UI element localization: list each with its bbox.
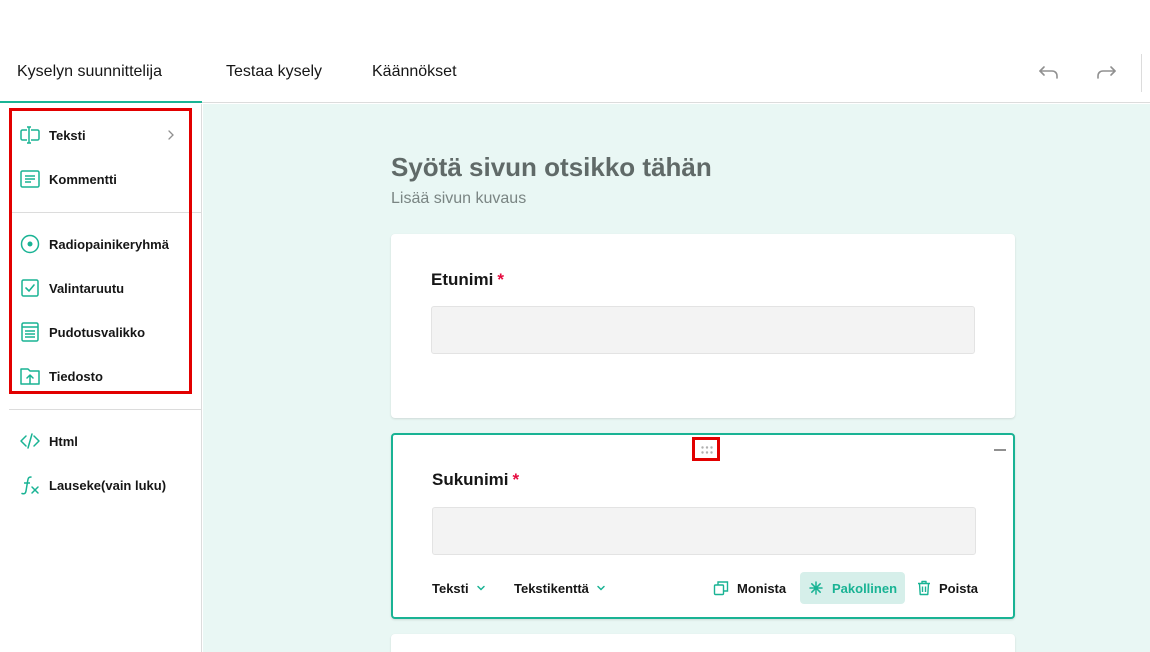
input-type-dropdown[interactable]: Tekstikenttä xyxy=(514,572,607,604)
delete-button[interactable]: Poista xyxy=(917,572,978,604)
toolbox-item-label: Kommentti xyxy=(49,172,117,187)
question-title-text: Sukunimi xyxy=(432,470,509,489)
duplicate-icon xyxy=(713,581,729,596)
header-divider xyxy=(1141,54,1142,92)
toolbox-item-label: Valintaruutu xyxy=(49,281,125,296)
toolbox-separator xyxy=(9,409,202,410)
drag-handle[interactable] xyxy=(692,437,720,461)
input-type-label: Tekstikenttä xyxy=(514,580,589,596)
tab-translations[interactable]: Käännökset xyxy=(372,63,457,81)
required-mark: * xyxy=(497,270,504,289)
duplicate-button[interactable]: Monista xyxy=(713,572,786,604)
top-bar: Kyselyn suunnittelija Testaa kysely Kään… xyxy=(0,0,1150,103)
chevron-right-icon xyxy=(168,130,174,140)
expression-icon xyxy=(21,476,39,495)
question-toolbar: Teksti Tekstikenttä Monista Pakollinen P… xyxy=(393,572,1013,604)
question-title[interactable]: Etunimi * xyxy=(431,270,504,290)
toolbox-item-label: Html xyxy=(49,434,78,449)
page-description[interactable]: Lisää sivun kuvaus xyxy=(391,190,526,208)
toolbox-item-label: Tiedosto xyxy=(49,369,103,384)
toolbox-item-label: Teksti xyxy=(49,128,86,143)
toolbox-item-expression[interactable]: Lauseke(vain luku) xyxy=(0,464,202,508)
question-type-dropdown[interactable]: Teksti xyxy=(432,572,487,604)
toolbox: Teksti Kommentti Radiopainikeryhmä Valin… xyxy=(0,104,202,652)
toolbox-item-text[interactable]: Teksti xyxy=(0,114,202,158)
text-input[interactable] xyxy=(432,507,976,555)
tab-test-survey[interactable]: Testaa kysely xyxy=(226,63,322,81)
required-toggle-button[interactable]: Pakollinen xyxy=(800,572,906,604)
question-card-selected[interactable]: Sukunimi * Teksti Tekstikenttä Monista P… xyxy=(391,433,1015,619)
required-mark: * xyxy=(512,470,520,489)
question-title[interactable]: Sukunimi * xyxy=(432,470,519,490)
question-type-label: Teksti xyxy=(432,580,469,596)
text-input[interactable] xyxy=(431,306,975,354)
file-upload-icon xyxy=(20,368,40,385)
toolbox-item-label: Lauseke(vain luku) xyxy=(49,478,167,493)
question-title-text: Etunimi xyxy=(431,270,494,289)
toolbox-item-html[interactable]: Html xyxy=(0,420,202,464)
chevron-down-icon xyxy=(597,585,605,591)
toolbox-item-checkbox[interactable]: Valintaruutu xyxy=(0,267,202,311)
comment-icon xyxy=(20,170,40,188)
toolbox-item-radiogroup[interactable]: Radiopainikeryhmä xyxy=(0,223,202,267)
checkbox-icon xyxy=(21,279,39,297)
required-label: Pakollinen xyxy=(832,580,898,596)
toolbox-item-label: Pudotusvalikko xyxy=(49,325,146,340)
text-input-icon xyxy=(20,126,40,144)
tab-designer[interactable]: Kyselyn suunnittelija xyxy=(0,63,202,103)
trash-icon xyxy=(918,580,930,596)
question-card[interactable]: Etunimi * xyxy=(391,234,1015,418)
code-icon xyxy=(20,433,40,449)
toolbox-item-label: Radiopainikeryhmä xyxy=(49,237,169,252)
duplicate-label: Monista xyxy=(737,580,787,596)
radio-icon xyxy=(20,234,40,254)
question-card[interactable] xyxy=(391,634,1015,652)
survey-creator-app: Kyselyn suunnittelija Testaa kysely Kään… xyxy=(0,0,1150,652)
design-canvas: Syötä sivun otsikko tähän Lisää sivun ku… xyxy=(203,104,1150,652)
toolbox-separator xyxy=(9,212,202,213)
asterisk-icon xyxy=(809,581,823,595)
toolbox-item-file[interactable]: Tiedosto xyxy=(0,355,202,399)
page-title[interactable]: Syötä sivun otsikko tähän xyxy=(391,152,712,183)
delete-label: Poista xyxy=(939,580,979,596)
drag-dots-icon xyxy=(701,446,713,454)
undo-icon[interactable] xyxy=(1035,58,1063,86)
redo-icon[interactable] xyxy=(1092,58,1120,86)
collapse-icon[interactable] xyxy=(994,449,1006,451)
toolbox-item-dropdown[interactable]: Pudotusvalikko xyxy=(0,311,202,355)
dropdown-icon xyxy=(21,322,39,342)
toolbox-item-comment[interactable]: Kommentti xyxy=(0,158,202,202)
chevron-down-icon xyxy=(476,585,485,591)
